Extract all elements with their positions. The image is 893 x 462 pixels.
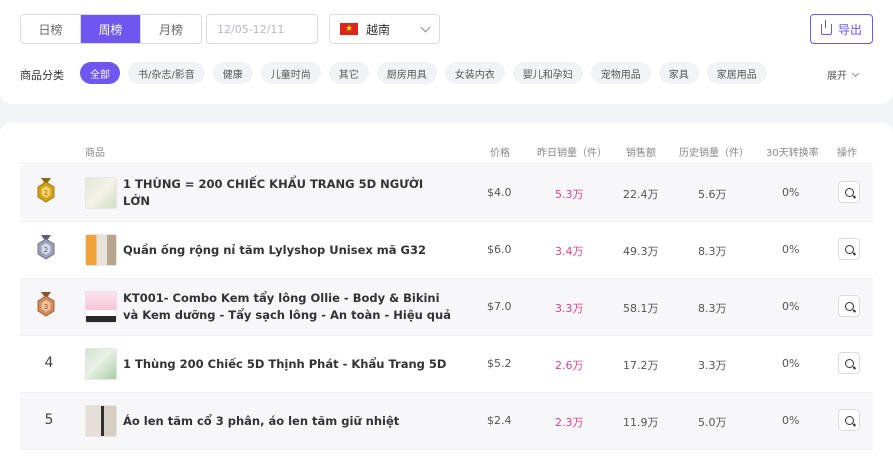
category-chip[interactable]: 儿童时尚: [260, 62, 321, 84]
yesterday-sales-value: 5.3万: [555, 188, 584, 201]
sales-amount-value: 49.3万: [623, 245, 659, 258]
search-icon: [844, 358, 854, 368]
rank-number: 5: [44, 412, 54, 428]
search-icon: [844, 187, 854, 197]
conversion-value: 0%: [782, 357, 800, 370]
tab-weekly[interactable]: 周榜: [81, 15, 141, 43]
history-sales-value: 5.0万: [698, 416, 727, 429]
header-conversion[interactable]: 30天转换率: [766, 144, 819, 159]
chevron-down-icon: [420, 22, 431, 33]
header-yesterday-sales[interactable]: 昨日销量（件）: [537, 144, 607, 159]
sales-amount-value: 17.2万: [623, 359, 659, 372]
product-name[interactable]: 1 Thùng 200 Chiếc 5D Thịnh Phát - Khẩu T…: [123, 346, 453, 382]
category-label: 商品分类: [20, 69, 64, 82]
country-select[interactable]: ★ 越南: [329, 14, 440, 44]
chevron-down-icon: [851, 69, 860, 77]
table-row[interactable]: 5 Áo len tăm cổ 3 phân, áo len tăm giữ n…: [20, 393, 873, 450]
table-row[interactable]: 4 1 Thùng 200 Chiếc 5D Thịnh Phát - Khẩu…: [20, 336, 873, 393]
table-row[interactable]: 1 1 THÙNG = 200 CHIẾC KHẨU TRANG 5D NGƯỜ…: [20, 165, 873, 222]
price-value: $7.0: [487, 300, 512, 313]
yesterday-sales-value: 3.3万: [555, 302, 584, 315]
category-chip[interactable]: 厨房用具: [376, 62, 437, 84]
product-thumbnail[interactable]: [85, 234, 117, 266]
view-detail-button[interactable]: [838, 352, 860, 374]
header-actions: 操作: [837, 148, 857, 159]
header-history-sales[interactable]: 历史销量（件）: [679, 144, 749, 159]
rank-number: 4: [44, 355, 54, 371]
product-thumbnail[interactable]: [85, 348, 117, 380]
view-detail-button[interactable]: [838, 409, 860, 431]
history-sales-value: 8.3万: [698, 245, 727, 258]
header-price[interactable]: 价格: [490, 144, 510, 159]
search-icon: [844, 244, 854, 254]
category-chip-all[interactable]: 全部: [80, 62, 120, 84]
product-thumbnail[interactable]: [85, 177, 117, 209]
category-chips: 全部 书/杂志/影音 健康 儿童时尚 其它 厨房用具 女装内衣 婴儿和孕妇 宠物…: [80, 62, 775, 84]
price-value: $2.4: [487, 414, 512, 427]
yesterday-sales-value: 2.6万: [555, 359, 584, 372]
header-sales-amount[interactable]: 销售额: [626, 144, 656, 159]
filter-panel: 日榜 周榜 月榜 12/05-12/11 ★ 越南 导出 商品分类 全部 书/杂…: [0, 0, 893, 104]
history-sales-value: 5.6万: [698, 188, 727, 201]
table-row[interactable]: 2 Quần ống rộng nỉ tăm Lylyshop Unisex m…: [20, 222, 873, 279]
ranking-table: 商品 价格 昨日销量（件） 销售额 历史销量（件） 30天转换率 操作 1 1 …: [0, 122, 893, 462]
table-header: 商品 价格 昨日销量（件） 销售额 历史销量（件） 30天转换率 操作: [20, 140, 873, 164]
yesterday-sales-value: 3.4万: [555, 245, 584, 258]
view-detail-button[interactable]: [838, 295, 860, 317]
period-tabs: 日榜 周榜 月榜: [20, 14, 202, 44]
product-name[interactable]: Áo len tăm cổ 3 phân, áo len tăm giữ nhi…: [123, 403, 453, 439]
header-product: 商品: [85, 148, 105, 159]
expand-categories-button[interactable]: 展开: [827, 67, 860, 82]
country-label: 越南: [366, 22, 391, 37]
category-chip[interactable]: 书/杂志/影音: [128, 62, 205, 84]
price-value: $6.0: [487, 243, 512, 256]
category-chip[interactable]: 家居用品: [706, 62, 767, 84]
view-detail-button[interactable]: [838, 238, 860, 260]
search-icon: [844, 415, 854, 425]
svg-text:1: 1: [44, 189, 48, 197]
conversion-value: 0%: [782, 186, 800, 199]
svg-text:2: 2: [44, 246, 48, 254]
product-thumbnail[interactable]: [85, 405, 117, 437]
svg-text:3: 3: [44, 303, 48, 311]
sales-amount-value: 11.9万: [623, 416, 659, 429]
tab-daily[interactable]: 日榜: [21, 15, 81, 43]
category-chip[interactable]: 女装内衣: [444, 62, 505, 84]
history-sales-value: 3.3万: [698, 359, 727, 372]
product-name[interactable]: Quần ống rộng nỉ tăm Lylyshop Unisex mã …: [123, 232, 453, 268]
search-icon: [844, 301, 854, 311]
export-icon: [820, 19, 832, 35]
export-label: 导出: [837, 22, 862, 37]
vietnam-flag-icon: ★: [340, 23, 358, 35]
conversion-value: 0%: [782, 414, 800, 427]
export-button[interactable]: 导出: [810, 14, 873, 44]
sales-amount-value: 58.1万: [623, 302, 659, 315]
category-chip[interactable]: 其它: [328, 62, 369, 84]
price-value: $5.2: [487, 357, 512, 370]
price-value: $4.0: [487, 186, 512, 199]
tab-monthly[interactable]: 月榜: [141, 15, 201, 43]
product-name[interactable]: KT001- Combo Kem tẩy lông Ollie - Body &…: [123, 289, 453, 325]
product-thumbnail[interactable]: [85, 291, 117, 323]
conversion-value: 0%: [782, 243, 800, 256]
gold-medal-icon: 1: [37, 178, 55, 203]
view-detail-button[interactable]: [838, 181, 860, 203]
bronze-medal-icon: 3: [37, 292, 55, 317]
product-name[interactable]: 1 THÙNG = 200 CHIẾC KHẨU TRANG 5D NGƯỜI …: [123, 175, 453, 211]
yesterday-sales-value: 2.3万: [555, 416, 584, 429]
date-range-picker[interactable]: 12/05-12/11: [206, 14, 318, 44]
conversion-value: 0%: [782, 300, 800, 313]
sales-amount-value: 22.4万: [623, 188, 659, 201]
history-sales-value: 8.3万: [698, 302, 727, 315]
date-range-placeholder: 12/05-12/11: [217, 22, 285, 36]
table-row[interactable]: 3 KT001- Combo Kem tẩy lông Ollie - Body…: [20, 279, 873, 336]
category-chip[interactable]: 健康: [212, 62, 253, 84]
category-chip[interactable]: 婴儿和孕妇: [512, 62, 583, 84]
category-chip[interactable]: 家具: [658, 62, 699, 84]
expand-label: 展开: [827, 71, 847, 82]
category-chip[interactable]: 宠物用品: [590, 62, 651, 84]
silver-medal-icon: 2: [37, 235, 55, 260]
